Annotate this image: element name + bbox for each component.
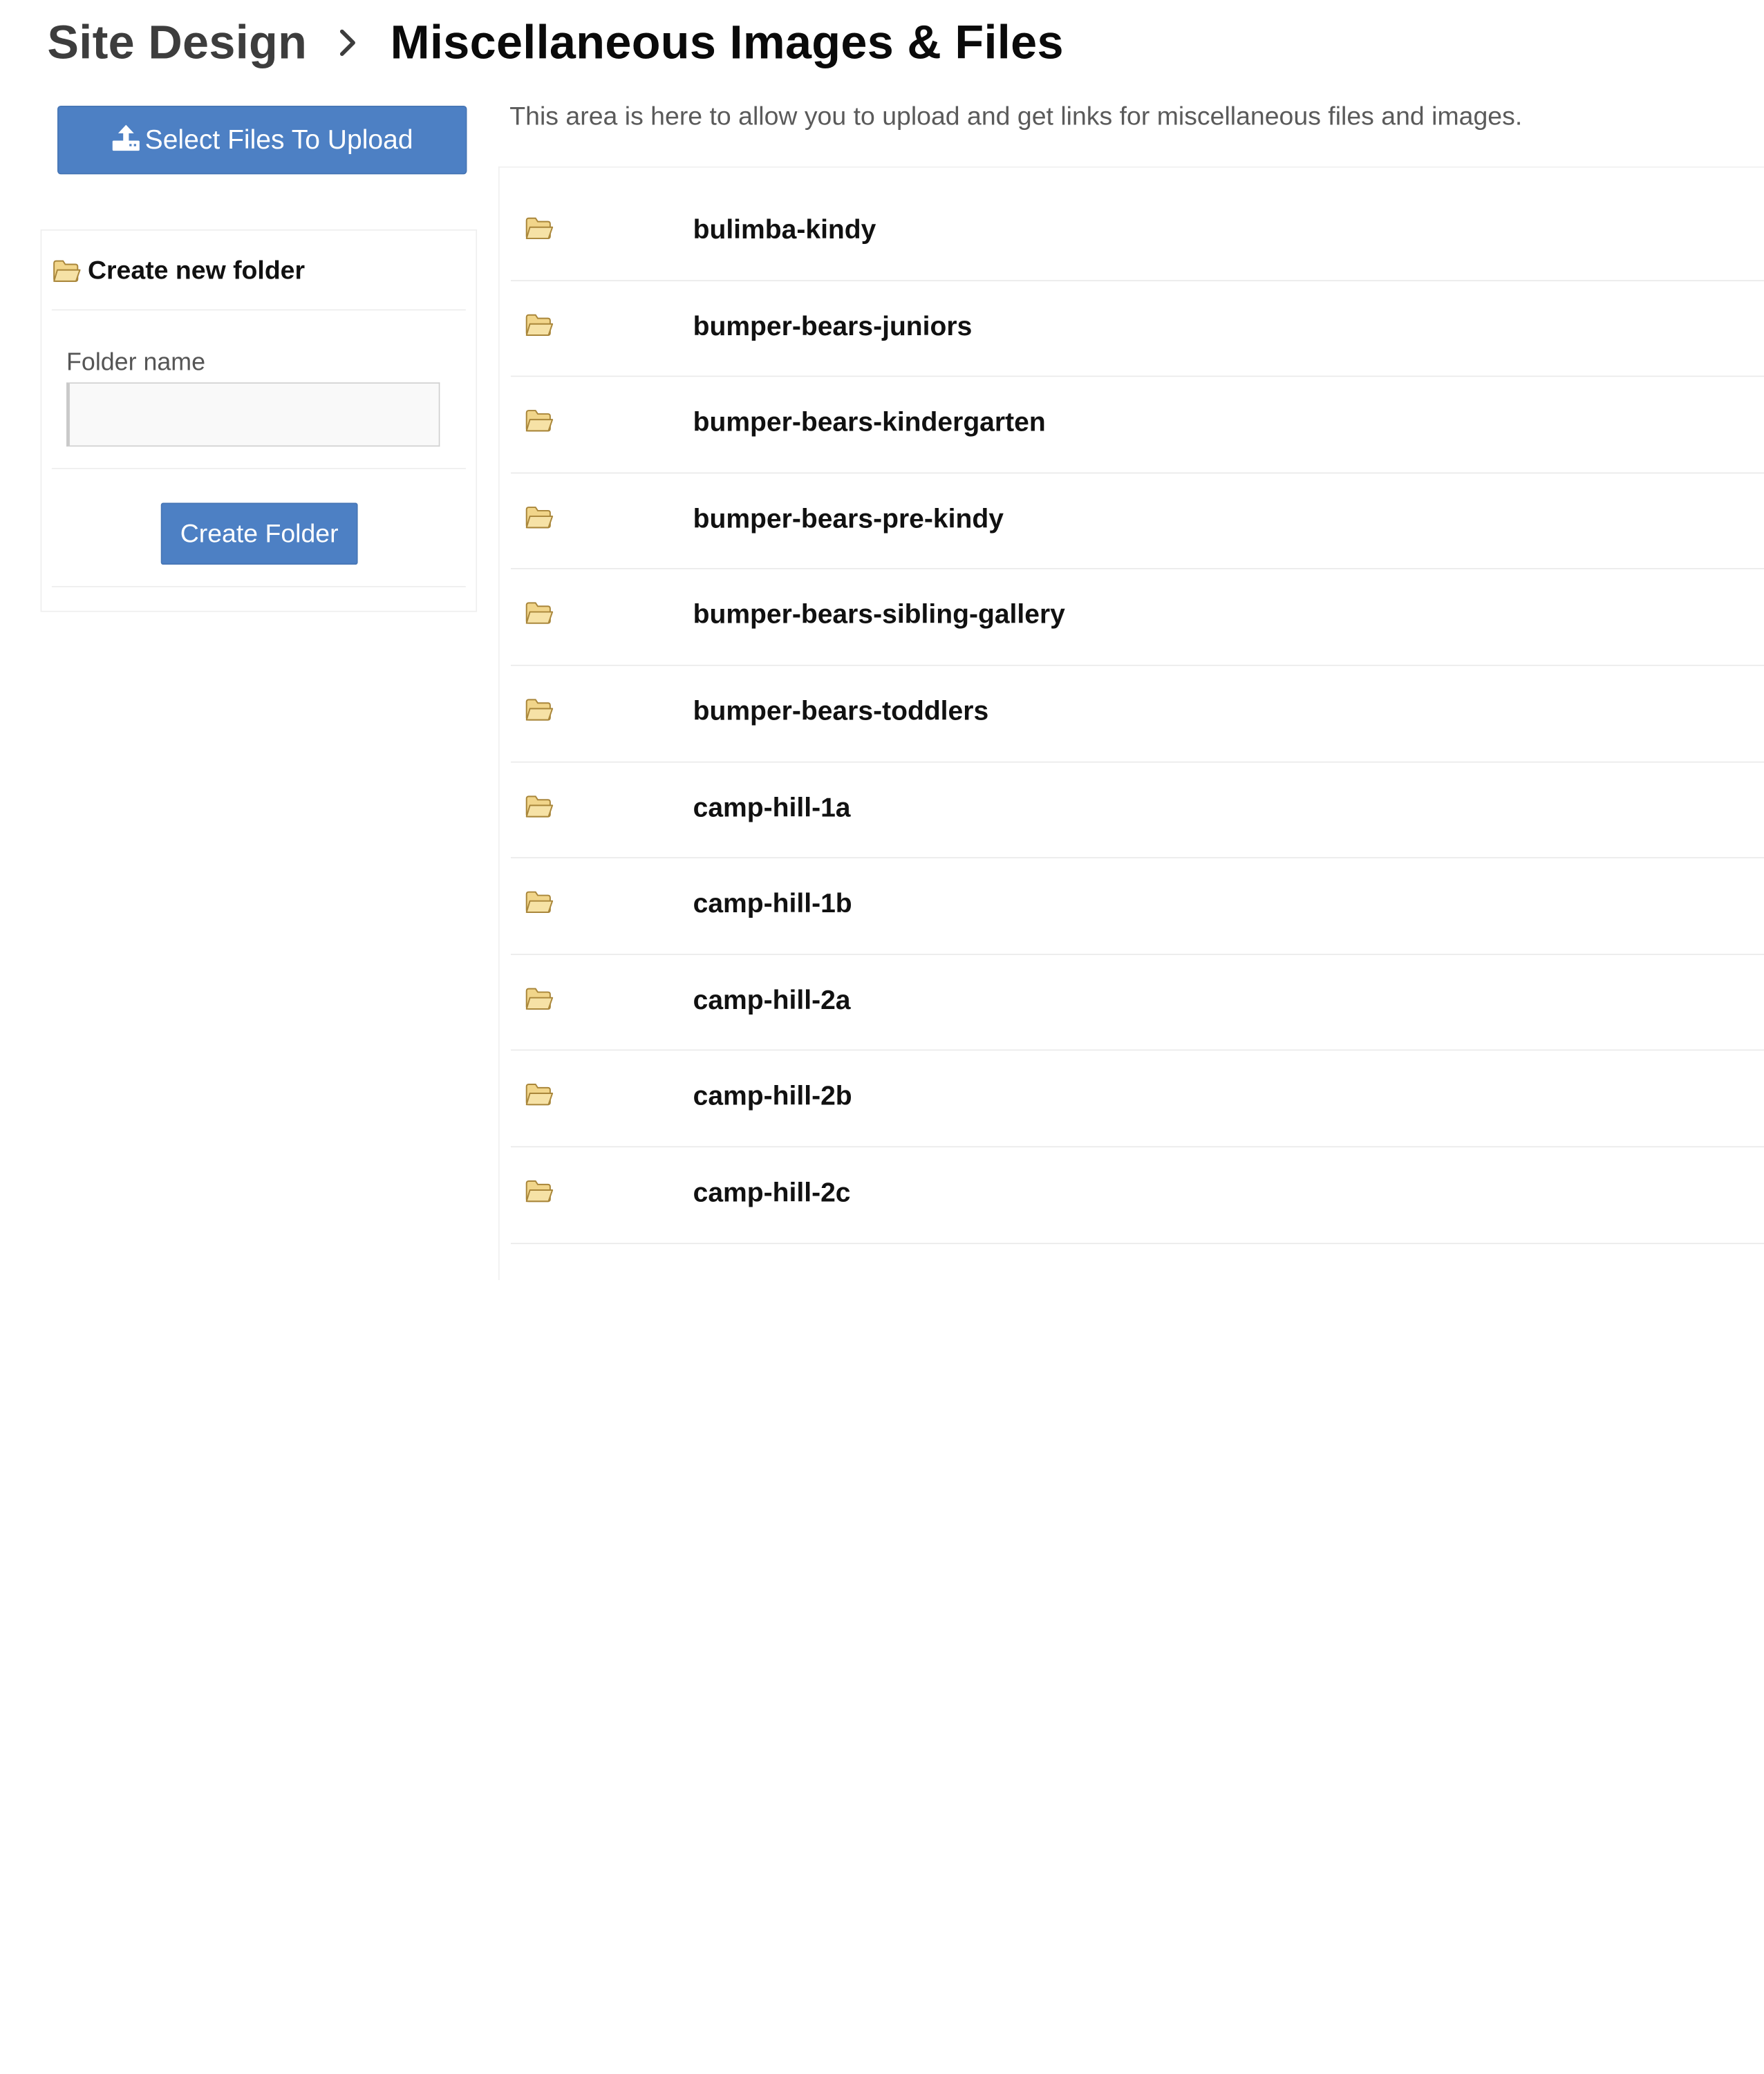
folder-name[interactable]: camp-hill-2a [693, 985, 851, 1017]
folder-row[interactable]: camp-hill-2a [510, 954, 1764, 1051]
folder-name-input[interactable] [66, 382, 440, 447]
panel-divider [51, 585, 466, 587]
folder-row[interactable]: camp-hill-2b [510, 1051, 1764, 1148]
folder-open-icon [525, 699, 554, 721]
page-title: Miscellaneous Images & Files [390, 15, 1064, 69]
create-folder-panel: Create new folder Folder name Create Fol… [40, 229, 478, 612]
create-folder-button[interactable]: Create Folder [160, 502, 358, 565]
folder-row[interactable]: camp-hill-2c [510, 1147, 1764, 1244]
folder-row[interactable]: bulimba-kindy [510, 185, 1764, 281]
folder-name[interactable]: bumper-bears-pre-kindy [693, 504, 1004, 536]
breadcrumb-site-design-link[interactable]: Site Design [47, 16, 307, 70]
folder-open-icon [53, 260, 81, 282]
folder-name[interactable]: camp-hill-2c [693, 1178, 851, 1209]
folder-open-icon [525, 891, 554, 914]
upload-icon [112, 124, 140, 151]
folder-name[interactable]: bumper-bears-sibling-gallery [693, 600, 1065, 632]
folder-open-icon [525, 217, 554, 240]
breadcrumb: Site Design Miscellaneous Images & Files [47, 11, 1063, 74]
select-files-upload-label: Select Files To Upload [144, 124, 413, 155]
folder-name[interactable]: bulimba-kindy [693, 215, 876, 247]
folder-open-icon [525, 1180, 554, 1203]
folder-list: bulimba-kindy bumper-bears-juniors bumpe… [510, 185, 1764, 1244]
folder-open-icon [525, 795, 554, 817]
folder-row[interactable]: bumper-bears-toddlers [510, 666, 1764, 762]
folder-row[interactable]: camp-hill-1b [510, 858, 1764, 955]
folder-row[interactable]: bumper-bears-sibling-gallery [510, 569, 1764, 666]
folder-row[interactable]: bumper-bears-pre-kindy [510, 473, 1764, 570]
folder-open-icon [525, 506, 554, 528]
page: Site Design Miscellaneous Images & Files… [0, 0, 1764, 2074]
folder-row[interactable]: bumper-bears-juniors [510, 281, 1764, 377]
folder-name[interactable]: camp-hill-1a [693, 793, 851, 824]
folder-open-icon [525, 1084, 554, 1106]
page-description: This area is here to allow you to upload… [509, 101, 1523, 131]
folder-name[interactable]: bumper-bears-juniors [693, 311, 973, 343]
folder-open-icon [525, 603, 554, 625]
select-files-upload-button[interactable]: Select Files To Upload [57, 105, 467, 175]
folder-name-label: Folder name [66, 347, 206, 376]
folder-open-icon [525, 988, 554, 1010]
folder-name[interactable]: bumper-bears-toddlers [693, 696, 989, 728]
folder-open-icon [525, 410, 554, 432]
folder-list-area: bulimba-kindy bumper-bears-juniors bumpe… [498, 166, 1764, 1281]
folder-name[interactable]: camp-hill-1b [693, 889, 852, 921]
panel-divider [51, 468, 466, 469]
chevron-right-icon [339, 29, 355, 56]
create-folder-header: Create new folder [51, 231, 466, 311]
folder-name[interactable]: camp-hill-2b [693, 1082, 852, 1113]
folder-name[interactable]: bumper-bears-kindergarten [693, 407, 1046, 439]
create-folder-title: Create new folder [87, 254, 306, 284]
folder-row[interactable]: camp-hill-1a [510, 762, 1764, 859]
folder-open-icon [525, 314, 554, 336]
folder-row[interactable]: bumper-bears-kindergarten [510, 377, 1764, 473]
